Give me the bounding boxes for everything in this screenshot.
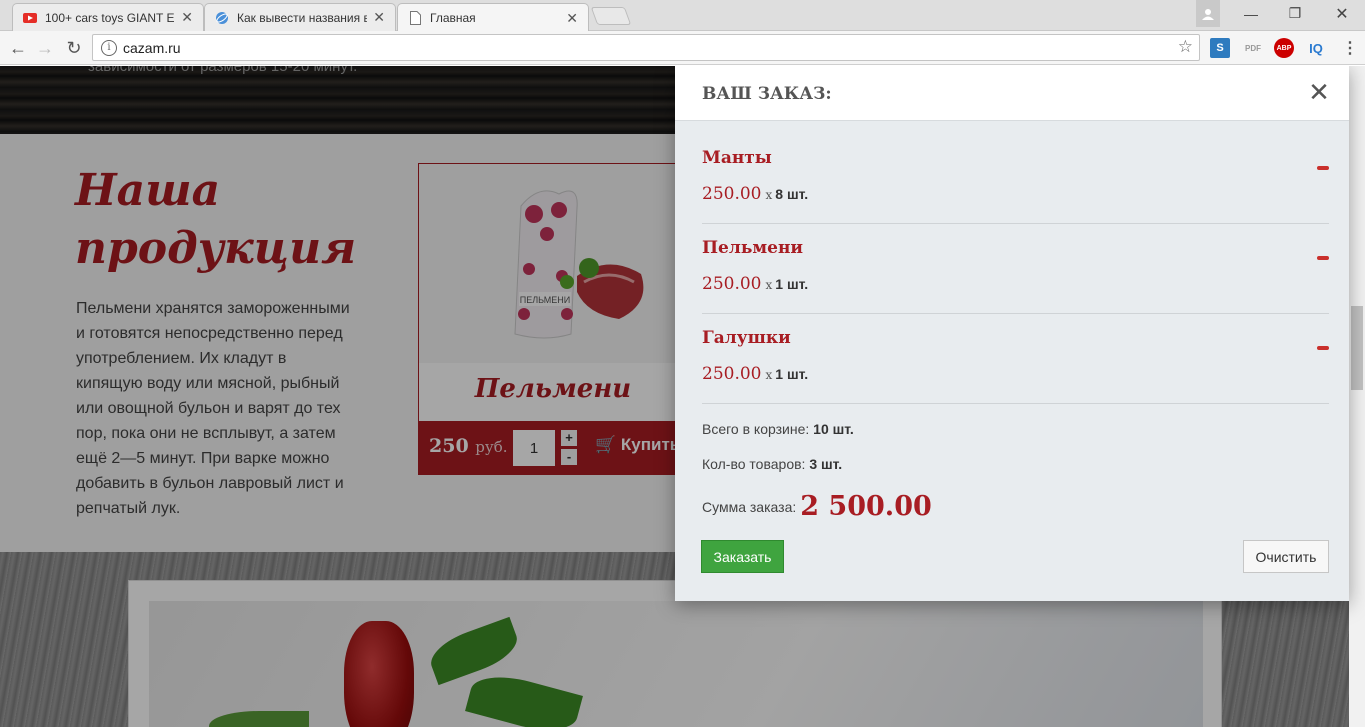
- address-bar[interactable]: i cazam.ru ☆: [92, 34, 1200, 61]
- times-sign: x: [765, 368, 773, 382]
- cart-item-qty: 1 шт.: [775, 366, 809, 382]
- iq-extension-icon[interactable]: IQ: [1306, 38, 1326, 58]
- order-sum-value: 2 500.00: [800, 491, 932, 522]
- tab-title: Главная: [430, 11, 476, 25]
- adblock-icon[interactable]: ABP: [1274, 38, 1294, 58]
- tab-question[interactable]: Как вывести названия в ✕: [204, 3, 396, 31]
- page-icon: [408, 11, 422, 25]
- cart-panel: ВАШ ЗАКАЗ: ✕ Манты 250.00 x 8 шт. Пельмени…: [675, 66, 1349, 601]
- cart-item-price: 250.00: [702, 274, 762, 294]
- order-button[interactable]: Заказать: [701, 540, 784, 573]
- tab-close-icon[interactable]: ✕: [373, 9, 385, 26]
- profile-icon[interactable]: [1196, 0, 1220, 27]
- back-icon[interactable]: ←: [6, 36, 30, 60]
- products-count-value: 3 шт.: [809, 456, 843, 472]
- youtube-icon: [23, 11, 37, 25]
- cart-item-price: 250.00: [702, 184, 762, 204]
- cart-item-price-line: 250.00 x 1 шт.: [702, 364, 808, 384]
- order-sum: Сумма заказа: 2 500.00: [702, 491, 932, 522]
- cart-item-qty: 8 шт.: [775, 186, 809, 202]
- cart-title: ВАШ ЗАКАЗ:: [702, 84, 832, 104]
- clear-cart-button[interactable]: Очистить: [1243, 540, 1329, 573]
- products-count-label: Кол-во товаров:: [702, 456, 806, 472]
- products-count: Кол-во товаров: 3 шт.: [702, 456, 842, 472]
- bookmark-star-icon[interactable]: ☆: [1178, 37, 1193, 57]
- extension-s-icon[interactable]: S: [1210, 38, 1230, 58]
- reload-icon[interactable]: ↻: [62, 36, 86, 60]
- cart-header: ВАШ ЗАКАЗ: ✕: [675, 66, 1349, 121]
- cart-item-price: 250.00: [702, 364, 762, 384]
- menu-icon[interactable]: ⋮: [1340, 38, 1360, 58]
- page-scrollbar[interactable]: [1349, 66, 1365, 727]
- cart-item: Манты 250.00 x 8 шт.: [702, 134, 1329, 224]
- cart-item-name: Пельмени: [702, 238, 804, 258]
- scrollbar-thumb[interactable]: [1351, 306, 1363, 390]
- new-tab-button[interactable]: [590, 7, 632, 25]
- total-in-cart-label: Всего в корзине:: [702, 421, 810, 437]
- remove-item-minus-icon[interactable]: [1317, 346, 1329, 350]
- times-sign: x: [765, 188, 773, 202]
- total-in-cart-value: 10 шт.: [813, 421, 854, 437]
- total-in-cart: Всего в корзине: 10 шт.: [702, 421, 854, 437]
- remove-item-minus-icon[interactable]: [1317, 166, 1329, 170]
- close-icon[interactable]: ✕: [1306, 79, 1332, 105]
- times-sign: x: [765, 278, 773, 292]
- tab-title: 100+ cars toys GIANT EG: [45, 10, 176, 25]
- tab-close-icon[interactable]: ✕: [181, 9, 193, 26]
- site-info-icon[interactable]: i: [101, 39, 117, 56]
- url-text: cazam.ru: [123, 39, 181, 56]
- cart-item-name: Галушки: [702, 328, 791, 348]
- tab-close-icon[interactable]: ✕: [566, 10, 578, 27]
- order-sum-label: Сумма заказа:: [702, 499, 797, 515]
- restore-icon[interactable]: ❐: [1280, 0, 1310, 27]
- cart-item-price-line: 250.00 x 8 шт.: [702, 184, 808, 204]
- window-close-icon[interactable]: ✕: [1325, 0, 1359, 27]
- globe-icon: [215, 11, 229, 25]
- tab-youtube[interactable]: 100+ cars toys GIANT EG ✕: [12, 3, 204, 31]
- remove-item-minus-icon[interactable]: [1317, 256, 1329, 260]
- browser-toolbar: ← → ↻ i cazam.ru ☆ S PDF ABP IQ ⋮: [0, 31, 1365, 65]
- cart-item-name: Манты: [702, 148, 772, 168]
- cart-item-qty: 1 шт.: [775, 276, 809, 292]
- cart-item: Пельмени 250.00 x 1 шт.: [702, 224, 1329, 314]
- browser-tab-strip: 100+ cars toys GIANT EG ✕ Как вывести на…: [0, 0, 1365, 32]
- cart-item-price-line: 250.00 x 1 шт.: [702, 274, 808, 294]
- page-viewport: зависимости от размеров 15-20 минут. Наш…: [0, 66, 1365, 727]
- forward-icon[interactable]: →: [33, 36, 57, 60]
- pdf-extension-icon[interactable]: PDF: [1243, 38, 1263, 58]
- tab-title: Как вывести названия в: [237, 10, 368, 25]
- tab-main[interactable]: Главная ✕: [397, 3, 589, 32]
- minimize-icon[interactable]: —: [1236, 0, 1266, 27]
- cart-item: Галушки 250.00 x 1 шт.: [702, 314, 1329, 404]
